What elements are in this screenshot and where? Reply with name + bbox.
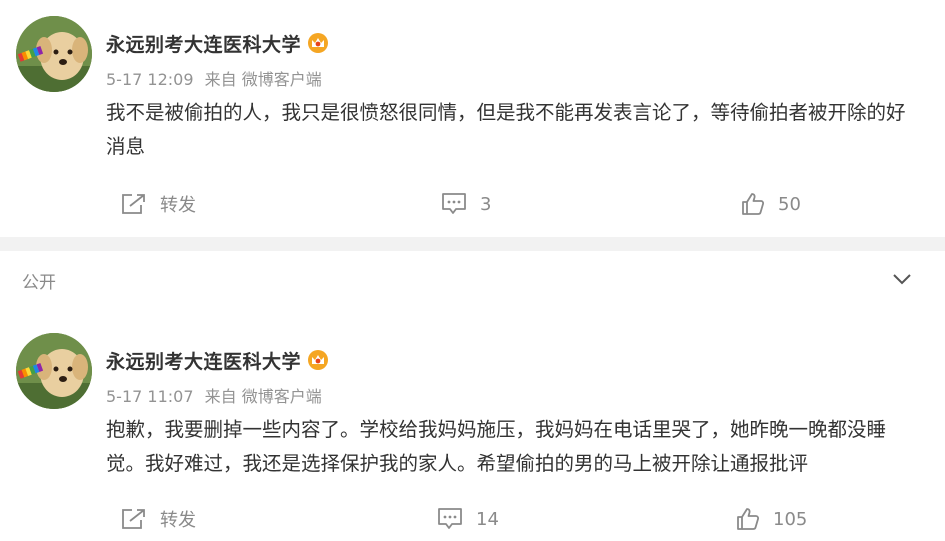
post-source: 来自 微博客户端 bbox=[204, 70, 322, 89]
weibo-post: 永远别考大连医科大学 5-17 11:07 来自 微博客户端 抱歉，我要删掉一些… bbox=[0, 317, 945, 541]
comment-icon bbox=[436, 506, 464, 532]
action-bar: 转发 14 105 bbox=[0, 506, 945, 536]
repost-label: 转发 bbox=[160, 195, 196, 216]
thumbs-up-icon bbox=[740, 191, 766, 217]
post-source: 来自 微博客户端 bbox=[204, 387, 322, 406]
weibo-feed: 永远别考大连医科大学 5-17 12:09 来自 微博客户端 我不是被偷拍的人，… bbox=[0, 0, 945, 541]
repost-button[interactable]: 转发 bbox=[120, 191, 196, 217]
like-count: 105 bbox=[773, 508, 808, 530]
thumbs-up-icon bbox=[735, 506, 761, 532]
section-header: 公开 bbox=[0, 251, 945, 307]
crown-badge-icon[interactable] bbox=[307, 349, 329, 371]
like-button[interactable]: 50 bbox=[740, 191, 801, 217]
comment-count: 14 bbox=[476, 508, 499, 530]
avatar[interactable] bbox=[16, 333, 92, 409]
like-count: 50 bbox=[778, 193, 801, 215]
comment-button[interactable]: 3 bbox=[440, 191, 491, 217]
action-bar: 转发 3 50 bbox=[0, 191, 945, 221]
post-time[interactable]: 5-17 11:07 bbox=[106, 387, 194, 406]
comment-icon bbox=[440, 191, 468, 217]
username[interactable]: 永远别考大连医科大学 bbox=[106, 30, 301, 57]
comment-button[interactable]: 14 bbox=[436, 506, 499, 532]
repost-button[interactable]: 转发 bbox=[120, 506, 196, 532]
crown-badge-icon[interactable] bbox=[307, 32, 329, 54]
post-meta: 5-17 12:09 来自 微博客户端 bbox=[106, 66, 328, 90]
comment-count: 3 bbox=[480, 193, 492, 215]
user-header: 永远别考大连医科大学 bbox=[106, 30, 329, 56]
username[interactable]: 永远别考大连医科大学 bbox=[106, 347, 301, 374]
repost-icon bbox=[120, 507, 148, 531]
weibo-post: 永远别考大连医科大学 5-17 12:09 来自 微博客户端 我不是被偷拍的人，… bbox=[0, 0, 945, 237]
section-divider bbox=[0, 237, 945, 251]
user-header: 永远别考大连医科大学 bbox=[106, 347, 329, 373]
repost-label: 转发 bbox=[160, 510, 196, 531]
like-button[interactable]: 105 bbox=[735, 506, 807, 532]
post-meta: 5-17 11:07 来自 微博客户端 bbox=[106, 383, 328, 407]
repost-icon bbox=[120, 192, 148, 216]
chevron-down-icon[interactable] bbox=[890, 267, 914, 291]
section-title: 公开 bbox=[22, 273, 56, 293]
post-text: 抱歉，我要删掉一些内容了。学校给我妈妈施压，我妈妈在电话里哭了，她昨晚一晚都没睡… bbox=[106, 418, 887, 475]
avatar[interactable] bbox=[16, 16, 92, 92]
post-time[interactable]: 5-17 12:09 bbox=[106, 70, 194, 89]
post-text: 我不是被偷拍的人，我只是很愤怒很同情，但是我不能再发表言论了，等待偷拍者被开除的… bbox=[106, 101, 906, 158]
